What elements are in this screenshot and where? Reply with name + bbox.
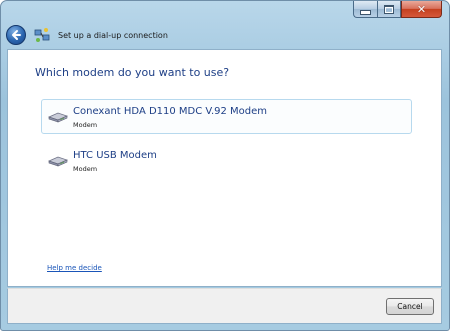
modem-name: Conexant HDA D110 MDC V.92 Modem xyxy=(73,106,268,117)
page-question: Which modem do you want to use? xyxy=(35,66,230,79)
help-me-decide-link[interactable]: Help me decide xyxy=(47,264,102,272)
close-button[interactable]: ✕ xyxy=(401,1,442,18)
modem-type: Modem xyxy=(73,165,98,173)
minimize-button[interactable] xyxy=(353,1,377,18)
modem-option-conexant[interactable]: Conexant HDA D110 MDC V.92 Modem Modem xyxy=(41,99,412,134)
back-arrow-icon xyxy=(12,30,21,40)
maximize-icon xyxy=(384,4,394,14)
modem-option-htc[interactable]: HTC USB Modem Modem xyxy=(41,143,412,178)
modem-type: Modem xyxy=(73,121,98,129)
wizard-header: Set up a dial-up connection xyxy=(6,23,168,47)
content-pane: Which modem do you want to use? Conexant… xyxy=(7,49,442,287)
modem-name: HTC USB Modem xyxy=(73,150,157,161)
wizard-window: ✕ Set up a dial-up connection Which mode… xyxy=(0,0,450,331)
network-connection-icon xyxy=(34,28,50,42)
cancel-button[interactable]: Cancel xyxy=(386,298,434,315)
minimize-icon xyxy=(360,9,371,15)
wizard-footer: Cancel xyxy=(7,288,442,324)
modem-icon xyxy=(48,156,68,167)
back-button[interactable] xyxy=(6,25,26,45)
close-icon: ✕ xyxy=(416,2,427,16)
modem-icon xyxy=(48,112,68,123)
window-controls: ✕ xyxy=(353,1,442,18)
maximize-button[interactable] xyxy=(377,1,401,18)
window-title: Set up a dial-up connection xyxy=(58,30,168,40)
